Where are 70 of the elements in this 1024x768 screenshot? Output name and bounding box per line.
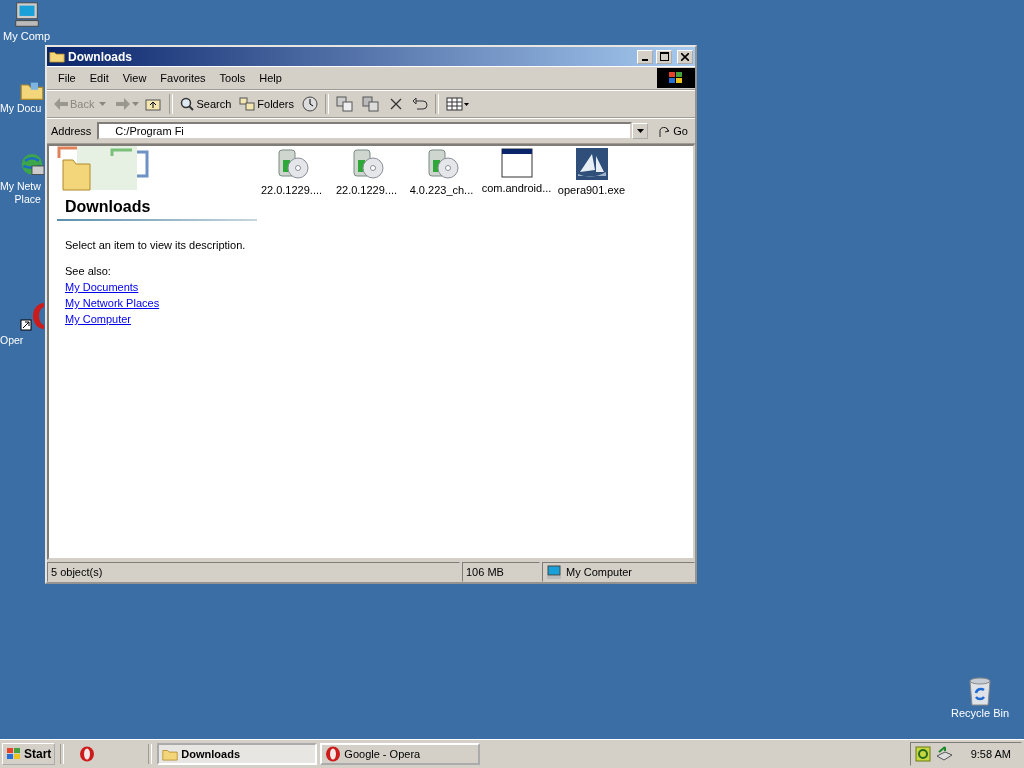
start-button[interactable]: Start <box>2 743 56 765</box>
back-arrow-icon <box>54 98 68 110</box>
setup-sails-icon <box>575 148 608 180</box>
pane-title: Downloads <box>57 194 257 221</box>
menu-item[interactable]: Favorites <box>153 72 213 84</box>
description-text: Select an item to view its description. <box>65 239 247 251</box>
menu-item[interactable]: Help <box>252 72 289 84</box>
search-icon <box>180 97 195 111</box>
see-also-label: See also: <box>65 265 112 277</box>
dropdown-arrow-icon[interactable] <box>99 102 107 106</box>
opera-shortcut-icon[interactable] <box>20 302 44 334</box>
history-clock-icon[interactable] <box>302 96 318 112</box>
desktop-icon-label: Recycle Bin <box>950 707 1010 720</box>
file-name[interactable]: 22.0.1229.... <box>260 184 323 196</box>
search-button[interactable]: Search <box>177 95 235 113</box>
go-button[interactable]: Go <box>654 122 691 140</box>
recycle-bin-icon[interactable] <box>966 675 994 707</box>
copy-to-icon[interactable] <box>362 96 380 112</box>
minimize-button[interactable] <box>637 49 653 64</box>
maximize-button[interactable] <box>656 49 672 64</box>
menu-item[interactable]: View <box>115 72 154 84</box>
status-zone: My Computer <box>566 566 633 578</box>
link[interactable]: My Computer <box>65 313 257 325</box>
taskbar-button[interactable]: Downloads <box>157 743 318 765</box>
up-folder-icon[interactable] <box>145 97 162 111</box>
folders-icon <box>239 97 256 111</box>
desktop-icon-label: My Docu <box>0 102 42 115</box>
folders-button[interactable]: Folders <box>236 95 297 113</box>
link[interactable]: My Documents <box>65 281 257 293</box>
menu-item[interactable]: Tools <box>212 72 253 84</box>
minimize-icon <box>642 58 648 61</box>
status-size: 106 MB <box>462 562 540 582</box>
windows-flag-icon <box>6 747 22 761</box>
address-field[interactable]: C:/Program Fi <box>97 122 633 140</box>
computer-icon <box>546 565 562 579</box>
menu-item[interactable]: Edit <box>82 72 116 84</box>
dropdown-button[interactable] <box>632 123 649 139</box>
windows-flag-icon <box>668 71 684 85</box>
tray-network-icon[interactable] <box>934 746 953 762</box>
clock: 9:58 AM <box>970 748 1011 760</box>
file-name[interactable]: 4.0.223_ch... <box>409 184 474 196</box>
address-label: Address <box>51 125 92 137</box>
desktop-icon-label: Oper <box>0 334 24 347</box>
program-window-icon <box>500 148 533 178</box>
undo-icon[interactable] <box>412 98 428 110</box>
file-name[interactable]: com.android... <box>481 182 552 194</box>
file-name[interactable]: opera901.exe <box>557 184 626 196</box>
move-to-icon[interactable] <box>336 96 354 112</box>
dropdown-arrow-icon <box>636 129 644 133</box>
maximize-icon <box>659 52 669 61</box>
opera-launch-icon <box>79 746 96 762</box>
opera-icon <box>325 746 342 762</box>
file-name[interactable]: 22.0.1229.... <box>335 184 398 196</box>
link[interactable]: My Network Places <box>65 297 257 309</box>
delete-icon[interactable] <box>390 98 402 110</box>
taskbar-button[interactable]: Google - Opera <box>320 743 481 765</box>
close-button[interactable] <box>677 49 693 64</box>
menu-item[interactable]: File <box>51 72 83 84</box>
views-icon[interactable] <box>446 97 470 111</box>
folder-icon[interactable] <box>20 80 44 102</box>
go-arrow-icon <box>657 124 672 138</box>
window-title: Downloads <box>68 49 133 64</box>
dropdown-arrow-icon[interactable] <box>132 102 140 106</box>
computer-icon[interactable] <box>12 0 42 30</box>
desktop-icon-label: My Comp <box>3 30 51 43</box>
status-objects: 5 object(s) <box>47 562 460 582</box>
desktop-icon-label: My Netw Place <box>0 180 41 206</box>
close-icon <box>681 52 689 61</box>
folder-icon <box>49 50 65 63</box>
folder-icon <box>162 747 179 761</box>
